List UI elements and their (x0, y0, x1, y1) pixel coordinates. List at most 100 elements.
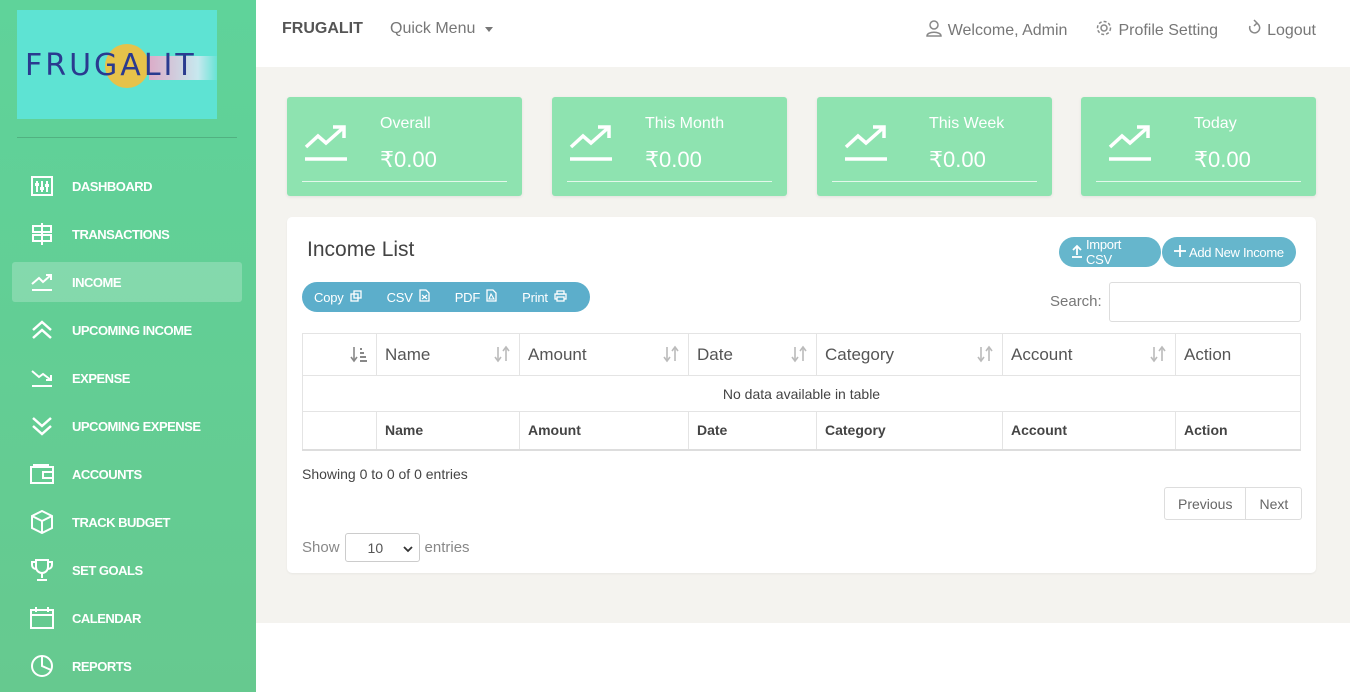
print-button[interactable]: Print (522, 290, 578, 305)
stat-value: ₹0.00 (380, 147, 437, 172)
sidebar-item-track-budget[interactable]: TRACK BUDGET (0, 498, 256, 546)
sort-both-icon (493, 345, 511, 368)
sidebar-item-label: INCOME (72, 274, 122, 290)
sidebar-item-label: TRACK BUDGET (72, 514, 171, 530)
pie-chart-icon (30, 654, 54, 678)
sort-both-icon (790, 345, 808, 368)
show-label: Show (302, 539, 340, 556)
box-icon (30, 510, 54, 534)
search-input[interactable] (1109, 282, 1301, 322)
double-chevron-up-icon (30, 318, 54, 342)
caret-down-icon (485, 26, 494, 32)
topbar: FRUGALIT Quick Menu Welcome, Admin Profi… (256, 0, 1350, 67)
sidebar-item-label: REPORTS (72, 658, 132, 674)
sidebar-item-accounts[interactable]: ACCOUNTS (0, 450, 256, 498)
profile-setting-text: Profile Setting (1118, 21, 1219, 39)
stat-divider (832, 181, 1037, 182)
trend-down-icon (30, 366, 54, 390)
brand-link[interactable]: FRUGALIT (282, 20, 363, 38)
file-pdf-icon (486, 289, 497, 305)
trend-up-icon (30, 270, 54, 294)
sidebar-item-calendar[interactable]: CALENDAR (0, 594, 256, 642)
gear-icon (1095, 19, 1113, 42)
logo[interactable]: FRUGALIT (17, 10, 217, 119)
next-button[interactable]: Next (1245, 488, 1301, 519)
logout-link[interactable]: Logout (1246, 19, 1316, 42)
sidebar-item-dashboard[interactable]: DASHBOARD (0, 162, 256, 210)
sidebar-item-upcoming-expense[interactable]: UPCOMING EXPENSE (0, 402, 256, 450)
sidebar-item-label: UPCOMING EXPENSE (72, 418, 201, 434)
income-list-panel: Income List Import CSV Add New Income Co… (287, 217, 1316, 573)
quick-menu-label: Quick Menu (390, 20, 476, 37)
column-label: Account (1011, 344, 1073, 364)
table-info: Showing 0 to 0 of 0 entries (302, 466, 468, 482)
stat-divider (302, 181, 507, 182)
income-table: Name Amount Date Category Account Action… (302, 333, 1301, 451)
welcome-link[interactable]: Welcome, Admin (925, 19, 1067, 42)
file-csv-icon (419, 289, 430, 305)
csv-button[interactable]: CSV (387, 289, 441, 305)
upload-icon (1071, 244, 1083, 261)
sidebar-item-set-goals[interactable]: SET GOALS (0, 546, 256, 594)
pdf-label: PDF (454, 289, 481, 305)
double-chevron-down-icon (30, 414, 54, 438)
stat-label: This Month (645, 115, 725, 132)
add-new-income-label: Add New Income (1189, 244, 1284, 260)
footer-area (256, 623, 1350, 692)
calendar-icon (30, 606, 54, 630)
user-icon (925, 19, 943, 42)
search-label: Search: (1050, 293, 1102, 310)
export-button-group: Copy CSV PDF Print (302, 282, 590, 312)
logout-icon (1246, 19, 1262, 42)
sidebar-item-label: ACCOUNTS (72, 466, 142, 482)
stat-value: ₹0.00 (1194, 147, 1251, 172)
sort-both-icon (976, 345, 994, 368)
logout-text: Logout (1267, 21, 1316, 39)
main-content: Overall ₹0.00 This Month ₹0.00 This Week… (256, 67, 1350, 623)
csv-label: CSV (386, 289, 413, 305)
copy-button[interactable]: Copy (314, 290, 373, 305)
sidebar-item-label: CALENDAR (72, 610, 141, 626)
stat-divider (1096, 181, 1301, 182)
sidebar-item-label: TRANSACTIONS (72, 226, 170, 242)
stat-card-today: Today ₹0.00 (1081, 97, 1316, 196)
column-header-category[interactable]: Category (816, 333, 1003, 376)
import-csv-label: Import CSV (1086, 237, 1122, 267)
column-header-index[interactable] (302, 333, 377, 376)
quick-menu-dropdown[interactable]: Quick Menu (390, 20, 494, 38)
sidebar-item-transactions[interactable]: TRANSACTIONS (0, 210, 256, 258)
sidebar-item-reports[interactable]: REPORTS (0, 642, 256, 690)
sidebar-item-expense[interactable]: EXPENSE (0, 354, 256, 402)
column-header-account[interactable]: Account (1002, 333, 1176, 376)
copy-label: Copy (314, 289, 344, 305)
add-new-income-button[interactable]: Add New Income (1162, 237, 1296, 267)
previous-button[interactable]: Previous (1165, 488, 1245, 519)
sort-desc-icon (350, 345, 368, 368)
column-header-date[interactable]: Date (688, 333, 817, 376)
stat-card-this-week: This Week ₹0.00 (817, 97, 1052, 196)
trend-up-icon (303, 123, 349, 168)
table-header-row: Name Amount Date Category Account Action (302, 333, 1301, 376)
signpost-icon (30, 222, 54, 246)
import-csv-button[interactable]: Import CSV (1059, 237, 1161, 267)
entries-label: entries (424, 539, 470, 556)
sidebar-item-label: SET GOALS (72, 562, 143, 578)
page-length-select[interactable]: 10 (344, 533, 420, 562)
sidebar-item-income[interactable]: INCOME (12, 262, 242, 302)
panel-title: Income List (307, 238, 415, 261)
sidebar-item-upcoming-income[interactable]: UPCOMING INCOME (0, 306, 256, 354)
page-length-value: 10 (367, 539, 384, 556)
stat-label: Overall (380, 115, 431, 132)
trend-up-icon (568, 123, 614, 168)
pdf-button[interactable]: PDF (455, 289, 508, 305)
footer-cell-name: Name (376, 411, 520, 451)
column-header-amount[interactable]: Amount (519, 333, 689, 376)
footer-cell-date: Date (688, 411, 817, 451)
footer-cell-category: Category (816, 411, 1003, 451)
profile-setting-link[interactable]: Profile Setting (1095, 19, 1218, 42)
printer-icon (554, 289, 567, 305)
column-label: Name (385, 344, 431, 364)
column-header-name[interactable]: Name (376, 333, 520, 376)
plus-icon (1174, 244, 1186, 260)
stat-value: ₹0.00 (929, 147, 986, 172)
